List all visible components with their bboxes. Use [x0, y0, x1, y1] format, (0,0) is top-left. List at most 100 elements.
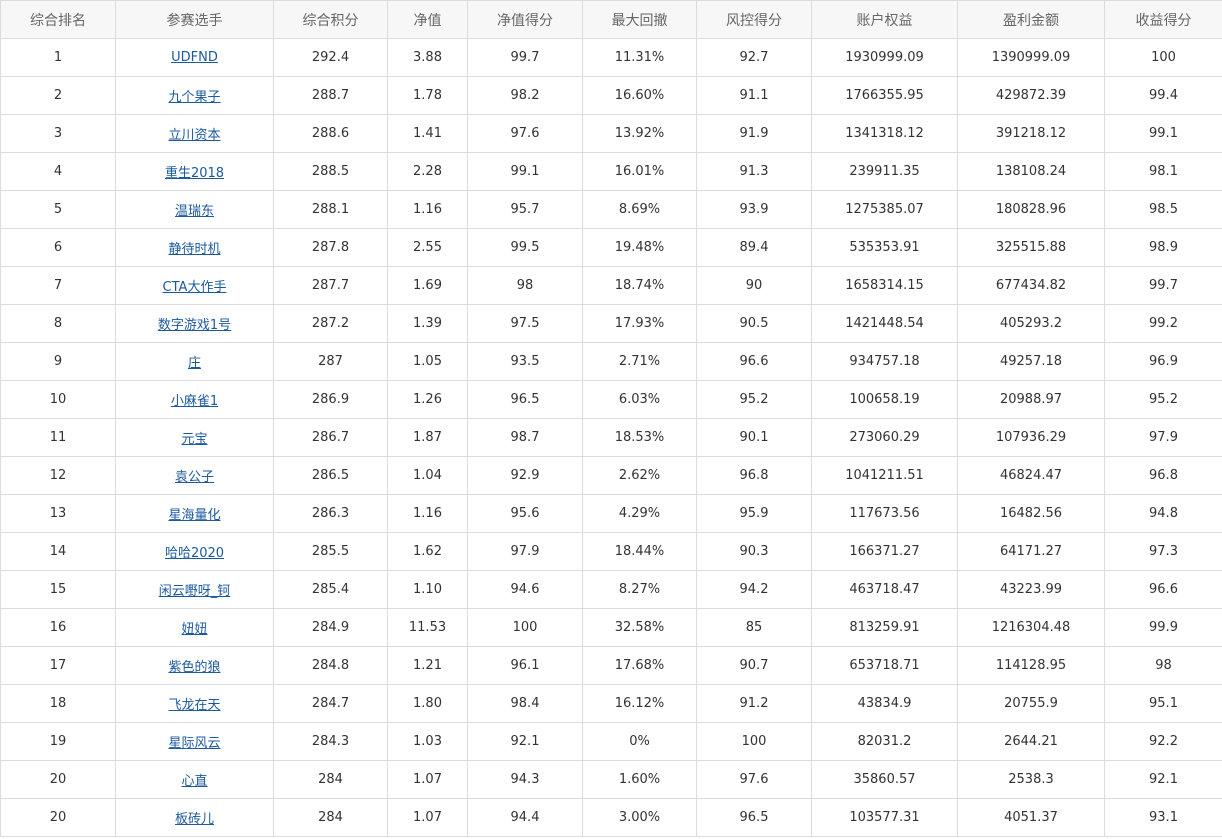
max-drawdown-cell: 18.44%: [582, 532, 697, 571]
player-link[interactable]: 哈哈2020: [165, 546, 224, 561]
player-link[interactable]: 庄: [188, 356, 201, 371]
total-score-cell: 287.7: [273, 266, 388, 305]
player-link[interactable]: 星海量化: [168, 508, 220, 523]
table-row: 13 星海量化 286.3 1.16 95.6 4.29% 95.9 117673.56 164…: [0, 494, 1222, 533]
header-rank: 综合排名: [0, 0, 116, 39]
table-row: 11 元宝 286.7 1.87 98.7 18.53% 90.1 273060.29 1079…: [0, 418, 1222, 457]
player-link[interactable]: 温瑞东: [175, 204, 214, 219]
risk-score-cell: 96.5: [696, 798, 812, 837]
nav-cell: 1.03: [387, 722, 468, 761]
risk-score-cell: 100: [696, 722, 812, 761]
player-link[interactable]: 闲云嘢呀_钶: [159, 584, 231, 599]
profit-cell: 46824.47: [957, 456, 1105, 495]
player-link[interactable]: 飞龙在天: [168, 698, 220, 713]
nav-cell: 1.05: [387, 342, 468, 381]
max-drawdown-cell: 4.29%: [582, 494, 697, 533]
header-row: 综合排名 参赛选手 综合积分 净值 净值得分 最大回撤 风控得分 账户权益 盈利…: [0, 0, 1222, 39]
risk-score-cell: 90.3: [696, 532, 812, 571]
player-link[interactable]: UDFND: [171, 50, 218, 65]
player-link[interactable]: 元宝: [181, 432, 207, 447]
header-profit: 盈利金额: [957, 0, 1105, 39]
player-link[interactable]: 紫色的狼: [168, 660, 220, 675]
nav-score-cell: 96.1: [467, 646, 583, 685]
equity-cell: 1658314.15: [811, 266, 958, 305]
total-score-cell: 286.7: [273, 418, 388, 457]
nav-cell: 1.62: [387, 532, 468, 571]
equity-cell: 1341318.12: [811, 114, 958, 153]
player-link[interactable]: 妞妞: [181, 622, 207, 637]
rank-cell: 5: [0, 190, 116, 229]
equity-cell: 117673.56: [811, 494, 958, 533]
nav-cell: 1.21: [387, 646, 468, 685]
profit-cell: 1216304.48: [957, 608, 1105, 647]
nav-score-cell: 98.2: [467, 76, 583, 115]
nav-score-cell: 97.6: [467, 114, 583, 153]
player-link[interactable]: 重生2018: [165, 166, 224, 181]
total-score-cell: 287.2: [273, 304, 388, 343]
nav-cell: 1.87: [387, 418, 468, 457]
nav-cell: 1.39: [387, 304, 468, 343]
nav-score-cell: 92.9: [467, 456, 583, 495]
return-score-cell: 96.6: [1104, 570, 1222, 609]
player-link[interactable]: 数字游戏1号: [158, 318, 231, 333]
player-link[interactable]: 静待时机: [168, 242, 220, 257]
total-score-cell: 284: [273, 798, 388, 837]
profit-cell: 138108.24: [957, 152, 1105, 191]
total-score-cell: 285.5: [273, 532, 388, 571]
return-score-cell: 98: [1104, 646, 1222, 685]
rank-cell: 18: [0, 684, 116, 723]
player-cell: 重生2018: [115, 152, 274, 191]
rank-cell: 6: [0, 228, 116, 267]
table-row: 17 紫色的狼 284.8 1.21 96.1 17.68% 90.7 653718.71 11…: [0, 646, 1222, 685]
profit-cell: 677434.82: [957, 266, 1105, 305]
player-link[interactable]: 星际风云: [168, 736, 220, 751]
table-row: 16 妞妞 284.9 11.53 100 32.58% 85 813259.91 121630…: [0, 608, 1222, 647]
risk-score-cell: 95.2: [696, 380, 812, 419]
rank-cell: 1: [0, 38, 116, 77]
player-link[interactable]: 袁公子: [175, 470, 214, 485]
nav-cell: 1.07: [387, 798, 468, 837]
equity-cell: 653718.71: [811, 646, 958, 685]
ranking-table: 综合排名 参赛选手 综合积分 净值 净值得分 最大回撤 风控得分 账户权益 盈利…: [0, 0, 1222, 837]
rank-cell: 12: [0, 456, 116, 495]
risk-score-cell: 91.1: [696, 76, 812, 115]
rank-cell: 13: [0, 494, 116, 533]
player-link[interactable]: CTA大作手: [163, 280, 227, 295]
max-drawdown-cell: 17.68%: [582, 646, 697, 685]
max-drawdown-cell: 8.69%: [582, 190, 697, 229]
equity-cell: 103577.31: [811, 798, 958, 837]
total-score-cell: 284: [273, 760, 388, 799]
nav-cell: 1.16: [387, 190, 468, 229]
return-score-cell: 98.5: [1104, 190, 1222, 229]
nav-score-cell: 99.5: [467, 228, 583, 267]
player-cell: 小麻雀1: [115, 380, 274, 419]
table-row: 3 立川资本 288.6 1.41 97.6 13.92% 91.9 1341318.12 39…: [0, 114, 1222, 153]
total-score-cell: 284.9: [273, 608, 388, 647]
player-link[interactable]: 小麻雀1: [171, 394, 218, 409]
equity-cell: 1421448.54: [811, 304, 958, 343]
player-link[interactable]: 九个果子: [168, 90, 220, 105]
player-link[interactable]: 立川资本: [168, 128, 220, 143]
rank-cell: 19: [0, 722, 116, 761]
total-score-cell: 287.8: [273, 228, 388, 267]
nav-cell: 1.26: [387, 380, 468, 419]
header-return-score: 收益得分: [1104, 0, 1222, 39]
risk-score-cell: 90.7: [696, 646, 812, 685]
profit-cell: 391218.12: [957, 114, 1105, 153]
player-link[interactable]: 板砖儿: [175, 812, 214, 827]
rank-cell: 17: [0, 646, 116, 685]
player-link[interactable]: 心直: [181, 774, 207, 789]
profit-cell: 16482.56: [957, 494, 1105, 533]
nav-score-cell: 99.1: [467, 152, 583, 191]
total-score-cell: 288.6: [273, 114, 388, 153]
return-score-cell: 94.8: [1104, 494, 1222, 533]
profit-cell: 4051.37: [957, 798, 1105, 837]
nav-score-cell: 94.6: [467, 570, 583, 609]
table-row: 10 小麻雀1 286.9 1.26 96.5 6.03% 95.2 100658.19 209…: [0, 380, 1222, 419]
profit-cell: 325515.88: [957, 228, 1105, 267]
table-row: 20 心直 284 1.07 94.3 1.60% 97.6 35860.57 2538.3 92…: [0, 760, 1222, 799]
return-score-cell: 99.2: [1104, 304, 1222, 343]
player-cell: 袁公子: [115, 456, 274, 495]
player-cell: 板砖儿: [115, 798, 274, 837]
equity-cell: 1930999.09: [811, 38, 958, 77]
